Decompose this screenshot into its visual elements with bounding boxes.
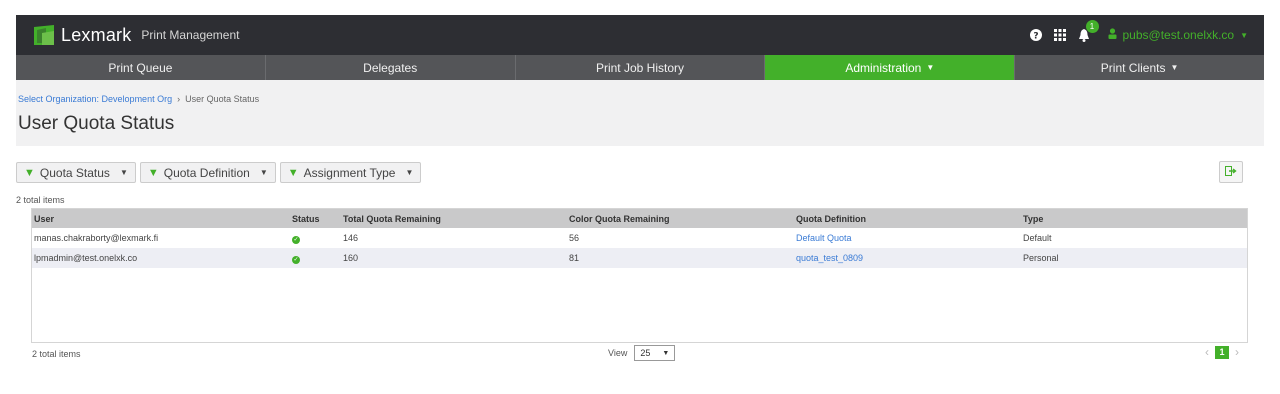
table-header-row: User Status Total Quota Remaining Color … xyxy=(32,209,1247,228)
pagination: ‹ 1 › xyxy=(1205,345,1239,359)
column-header-status[interactable]: Status xyxy=(290,209,341,228)
page-size-control: View 25 ▼ xyxy=(608,345,676,361)
filter-funnel-icon: ▼ xyxy=(287,166,299,179)
brand-name[interactable]: Lexmark xyxy=(61,25,131,46)
chevron-down-icon: ▼ xyxy=(662,349,670,357)
chevron-down-icon: ▼ xyxy=(119,168,128,177)
check-circle-icon: ✓ xyxy=(292,255,300,264)
page-header: Select Organization: Development Org › U… xyxy=(16,80,1264,146)
filter-label: Assignment Type xyxy=(303,165,396,180)
quota-definition-link[interactable]: quota_test_0809 xyxy=(796,253,863,263)
apps-grid-icon[interactable] xyxy=(1053,29,1066,41)
cell-status: ✓ xyxy=(290,248,341,268)
column-header-color-quota[interactable]: Color Quota Remaining xyxy=(567,209,794,228)
cell-quota-definition: quota_test_0809 xyxy=(794,248,1021,268)
nav-label: Print Queue xyxy=(108,60,173,75)
quota-table: User Status Total Quota Remaining Color … xyxy=(31,208,1248,343)
breadcrumb-separator: › xyxy=(177,94,181,104)
page-size-value: 25 xyxy=(640,348,651,358)
nav-label: Print Clients xyxy=(1100,60,1166,75)
filter-funnel-icon: ▼ xyxy=(147,166,159,179)
check-circle-icon: ✓ xyxy=(292,235,300,244)
filter-funnel-icon: ▼ xyxy=(24,166,35,179)
cell-user: lpmadmin@test.onelxk.co xyxy=(34,253,138,263)
filter-bar: ▼ Quota Status ▼ ▼ Quota Definition ▼ ▼ … xyxy=(16,162,422,183)
column-header-quota-definition[interactable]: Quota Definition xyxy=(794,209,1021,228)
nav-label: Delegates xyxy=(363,60,418,75)
cell-status: ✓ xyxy=(290,228,341,248)
chevron-down-icon: ▼ xyxy=(926,63,935,72)
nav-label: Print Job History xyxy=(595,60,684,75)
total-items-bottom: 2 total items xyxy=(32,349,81,359)
cell-total-quota: 160 xyxy=(343,253,359,263)
notifications-bell-icon[interactable]: 1 xyxy=(1078,19,1099,42)
cell-color-quota: 56 xyxy=(569,233,580,243)
chevron-down-icon: ▼ xyxy=(405,168,414,177)
chevron-down-icon: ▼ xyxy=(1170,63,1179,72)
filter-label: Quota Definition xyxy=(163,165,250,180)
quota-status-filter-button[interactable]: ▼ Quota Status ▼ xyxy=(16,162,136,183)
cell-quota-definition: Default Quota xyxy=(794,228,1021,248)
product-name: Print Management xyxy=(141,28,240,42)
main-nav: Print Queue Delegates Print Job History … xyxy=(16,55,1264,80)
nav-label: Administration xyxy=(845,60,922,75)
filter-label: Quota Status xyxy=(39,165,110,180)
chevron-down-icon: ▼ xyxy=(259,168,268,177)
export-icon xyxy=(1225,165,1237,179)
current-page-button[interactable]: 1 xyxy=(1215,345,1229,359)
assignment-type-filter-button[interactable]: ▼ Assignment Type ▼ xyxy=(279,162,422,183)
column-header-type[interactable]: Type xyxy=(1021,209,1247,228)
cell-type: Default xyxy=(1023,233,1052,243)
quota-definition-filter-button[interactable]: ▼ Quota Definition ▼ xyxy=(139,162,276,183)
previous-page-icon[interactable]: ‹ xyxy=(1205,345,1209,359)
nav-print-clients[interactable]: Print Clients ▼ xyxy=(1015,55,1264,80)
lexmark-logo-icon xyxy=(34,25,54,45)
cell-type: Personal xyxy=(1023,253,1059,263)
cell-user: manas.chakraborty@lexmark.fi xyxy=(34,233,159,243)
column-header-total-quota[interactable]: Total Quota Remaining xyxy=(341,209,567,228)
user-icon xyxy=(1108,28,1117,42)
nav-print-queue[interactable]: Print Queue xyxy=(16,55,266,80)
user-email: pubs@test.onelxk.co xyxy=(1122,28,1235,42)
table-row[interactable]: manas.chakraborty@lexmark.fi ✓ 146 56 De… xyxy=(32,228,1247,248)
breadcrumb-org-link[interactable]: Select Organization: Development Org xyxy=(18,94,172,104)
page-title: User Quota Status xyxy=(18,113,175,134)
nav-delegates[interactable]: Delegates xyxy=(266,55,516,80)
export-button[interactable] xyxy=(1219,161,1243,183)
nav-administration[interactable]: Administration ▼ xyxy=(765,55,1016,80)
top-bar: Lexmark Print Management ? 1 pubs@test.o… xyxy=(16,15,1264,55)
table-row[interactable]: lpmadmin@test.onelxk.co ✓ 160 81 quota_t… xyxy=(32,248,1247,268)
chevron-down-icon: ▼ xyxy=(1240,30,1248,40)
user-menu[interactable]: pubs@test.onelxk.co ▼ xyxy=(1108,28,1248,42)
cell-color-quota: 81 xyxy=(569,253,580,263)
column-header-user[interactable]: User xyxy=(32,209,290,228)
nav-print-job-history[interactable]: Print Job History xyxy=(516,55,766,80)
quota-definition-link[interactable]: Default Quota xyxy=(796,233,852,243)
svg-text:?: ? xyxy=(1033,32,1038,42)
breadcrumb: Select Organization: Development Org › U… xyxy=(18,94,259,104)
page-size-select[interactable]: 25 ▼ xyxy=(634,345,676,361)
next-page-icon[interactable]: › xyxy=(1235,345,1239,359)
help-icon[interactable]: ? xyxy=(1029,29,1042,42)
notification-badge: 1 xyxy=(1085,19,1099,33)
view-label: View xyxy=(608,348,628,358)
breadcrumb-current: User Quota Status xyxy=(185,94,260,104)
total-items-top: 2 total items xyxy=(16,195,65,205)
cell-total-quota: 146 xyxy=(343,233,359,243)
